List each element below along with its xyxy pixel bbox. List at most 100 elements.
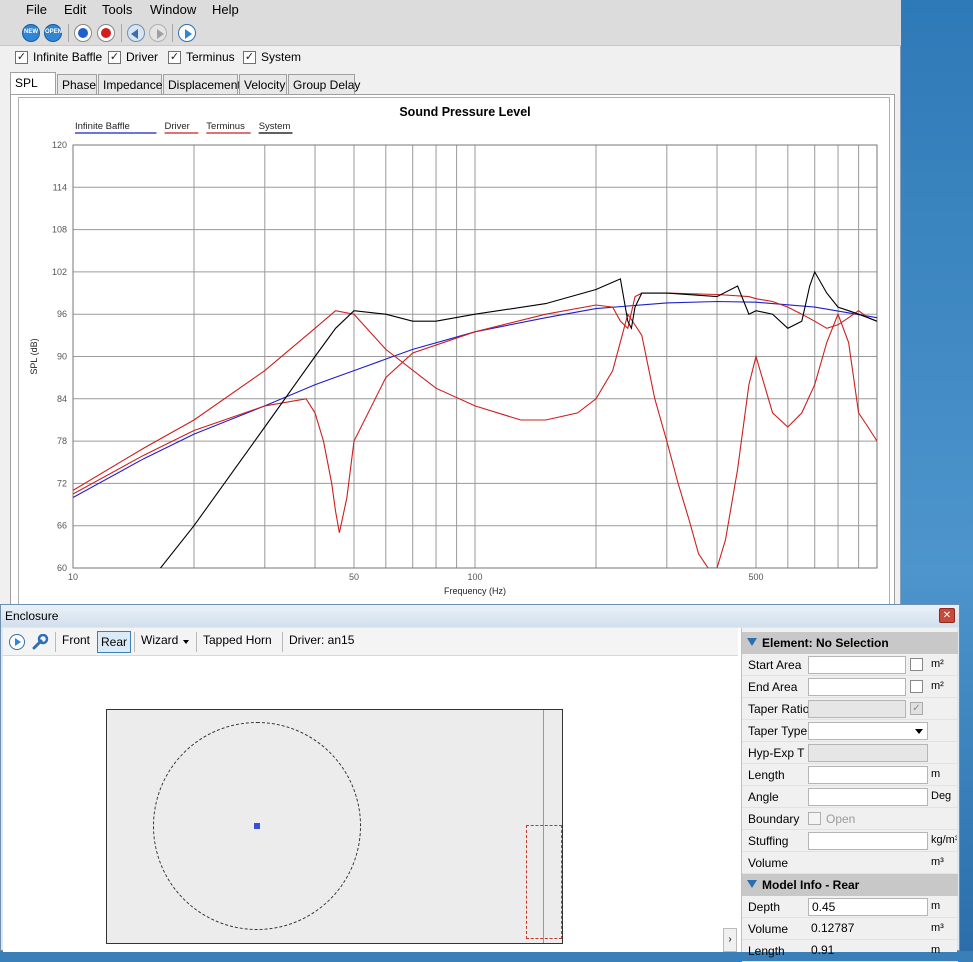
model-section-title: Model Info - Rear [762,878,860,892]
prop-label: Volume [748,922,789,936]
stuffing-input[interactable] [808,832,928,850]
driver-center-marker[interactable] [254,823,260,829]
taper-type-select[interactable] [808,722,928,740]
volume-value [808,854,928,872]
model-row-volume: Volume 0.12787 m³ [742,918,958,940]
enclosure-canvas[interactable]: › [3,656,738,952]
boundary-open-label: Open [826,812,856,826]
rear-button[interactable]: Rear [97,631,132,653]
checkbox-checked-icon[interactable]: ✓ [168,50,181,64]
start-area-input[interactable] [808,656,906,674]
close-icon: ✕ [942,610,952,621]
hyp-exp-input[interactable] [808,744,928,762]
tab-phase[interactable]: Phase [57,74,97,94]
menu-window[interactable]: Window [150,2,196,17]
prop-label: Length [748,944,785,958]
step-back-button[interactable] [127,24,145,42]
prop-row-volume: Volume m³ [742,852,958,874]
prop-label: Volume [748,856,789,870]
panel-expand-button[interactable]: › [723,928,737,952]
y-tick-label: 84 [57,394,67,404]
end-area-checkbox[interactable] [910,680,923,693]
x-tick-label: 500 [748,572,763,582]
series-toggle-row: ✓ Infinite Baffle ✓ Driver ✓ Terminus ✓ … [0,46,901,72]
menu-tools[interactable]: Tools [102,2,132,17]
wrench-icon [32,633,49,650]
chart-panel: Sound Pressure Level 60 66 72 78 84 90 96 102 108… [10,94,895,606]
toggle-terminus[interactable]: ✓ Terminus [168,50,235,64]
prop-unit: m [931,768,941,780]
settings-button[interactable] [31,633,49,650]
y-tick-label: 60 [57,563,67,573]
collapse-arrow-icon [747,638,757,646]
menu-file[interactable]: File [26,2,47,17]
toolbar-separator [68,24,69,42]
stop-button[interactable] [74,24,92,42]
toolbar-separator [172,24,173,42]
enclosure-type-label: Tapped Horn [203,633,272,647]
end-area-input[interactable] [808,678,906,696]
legend-entry: Driver [165,121,190,132]
x-tick-label: 50 [349,572,359,582]
checkbox-checked-icon[interactable]: ✓ [15,50,28,64]
close-button[interactable]: ✕ [939,608,955,623]
model-section-header[interactable]: Model Info - Rear [742,874,958,896]
tab-displacement[interactable]: Displacement [163,74,241,94]
prop-label: Angle [748,790,779,804]
angle-input[interactable] [808,788,928,806]
boundary-open-checkbox[interactable] [808,812,821,825]
collapse-arrow-icon [747,880,757,888]
toggle-infinite-baffle[interactable]: ✓ Infinite Baffle [15,50,102,64]
prop-label: Boundary [748,812,800,826]
wizard-dropdown[interactable]: Wizard [141,633,178,647]
step-back-icon [131,29,138,39]
checkbox-checked-icon[interactable]: ✓ [243,50,256,64]
y-tick-label: 102 [52,267,67,277]
toggle-driver[interactable]: ✓ Driver [108,50,158,64]
toolbar-separator [134,632,135,652]
enclosure-rear-view[interactable] [106,709,563,944]
prop-row-hyp-exp: Hyp-Exp T [742,742,958,764]
y-tick-label: 66 [57,521,67,531]
menu-help[interactable]: Help [212,2,239,17]
play-button[interactable] [9,634,25,650]
spl-chart: Sound Pressure Level 60 66 72 78 84 90 96 102 108… [29,105,878,596]
tab-group-delay[interactable]: Group Delay [288,74,360,94]
tab-spl[interactable]: SPL [10,72,56,95]
taper-ratio-input[interactable] [808,700,906,718]
toggle-system[interactable]: ✓ System [243,50,301,64]
front-button[interactable]: Front [62,633,90,647]
legend-entry: System [259,121,291,132]
start-area-checkbox[interactable] [910,658,923,671]
enclosure-titlebar[interactable]: Enclosure ✕ [1,605,959,627]
open-button[interactable]: OPEN [44,24,62,42]
enclosure-client: Front Rear Wizard Tapped Horn Driver: an… [3,628,958,962]
taper-ratio-checkbox[interactable]: ✓ [910,702,923,715]
prop-unit: m² [931,658,944,670]
prop-label: End Area [748,680,798,694]
tab-impedance[interactable]: Impedance [98,74,162,94]
play-icon [185,29,192,39]
toolbar-separator [282,632,283,652]
element-section-header[interactable]: Element: No Selection [742,632,958,654]
prop-label: Taper Type [748,724,808,738]
tab-velocity[interactable]: Velocity [239,74,287,94]
length-input[interactable] [808,766,928,784]
x-tick-label: 100 [467,572,482,582]
model-length-value: 0.91 [811,943,835,957]
model-row-depth: Depth 0.45 m [742,896,958,918]
prop-label: Stuffing [748,834,789,848]
terminus-port[interactable] [526,825,562,939]
toolbar-separator [121,24,122,42]
checkbox-checked-icon[interactable]: ✓ [108,50,121,64]
record-button[interactable] [97,24,115,42]
toggle-driver-label: Driver [126,50,158,64]
prop-label: Length [748,768,785,782]
new-button[interactable]: NEW [22,24,40,42]
depth-input[interactable]: 0.45 [808,898,928,916]
step-forward-button[interactable] [149,24,167,42]
run-button[interactable] [178,24,196,42]
properties-panel: Element: No Selection Start Area m² End … [741,628,958,962]
menu-edit[interactable]: Edit [64,2,86,17]
stop-icon [78,28,88,38]
